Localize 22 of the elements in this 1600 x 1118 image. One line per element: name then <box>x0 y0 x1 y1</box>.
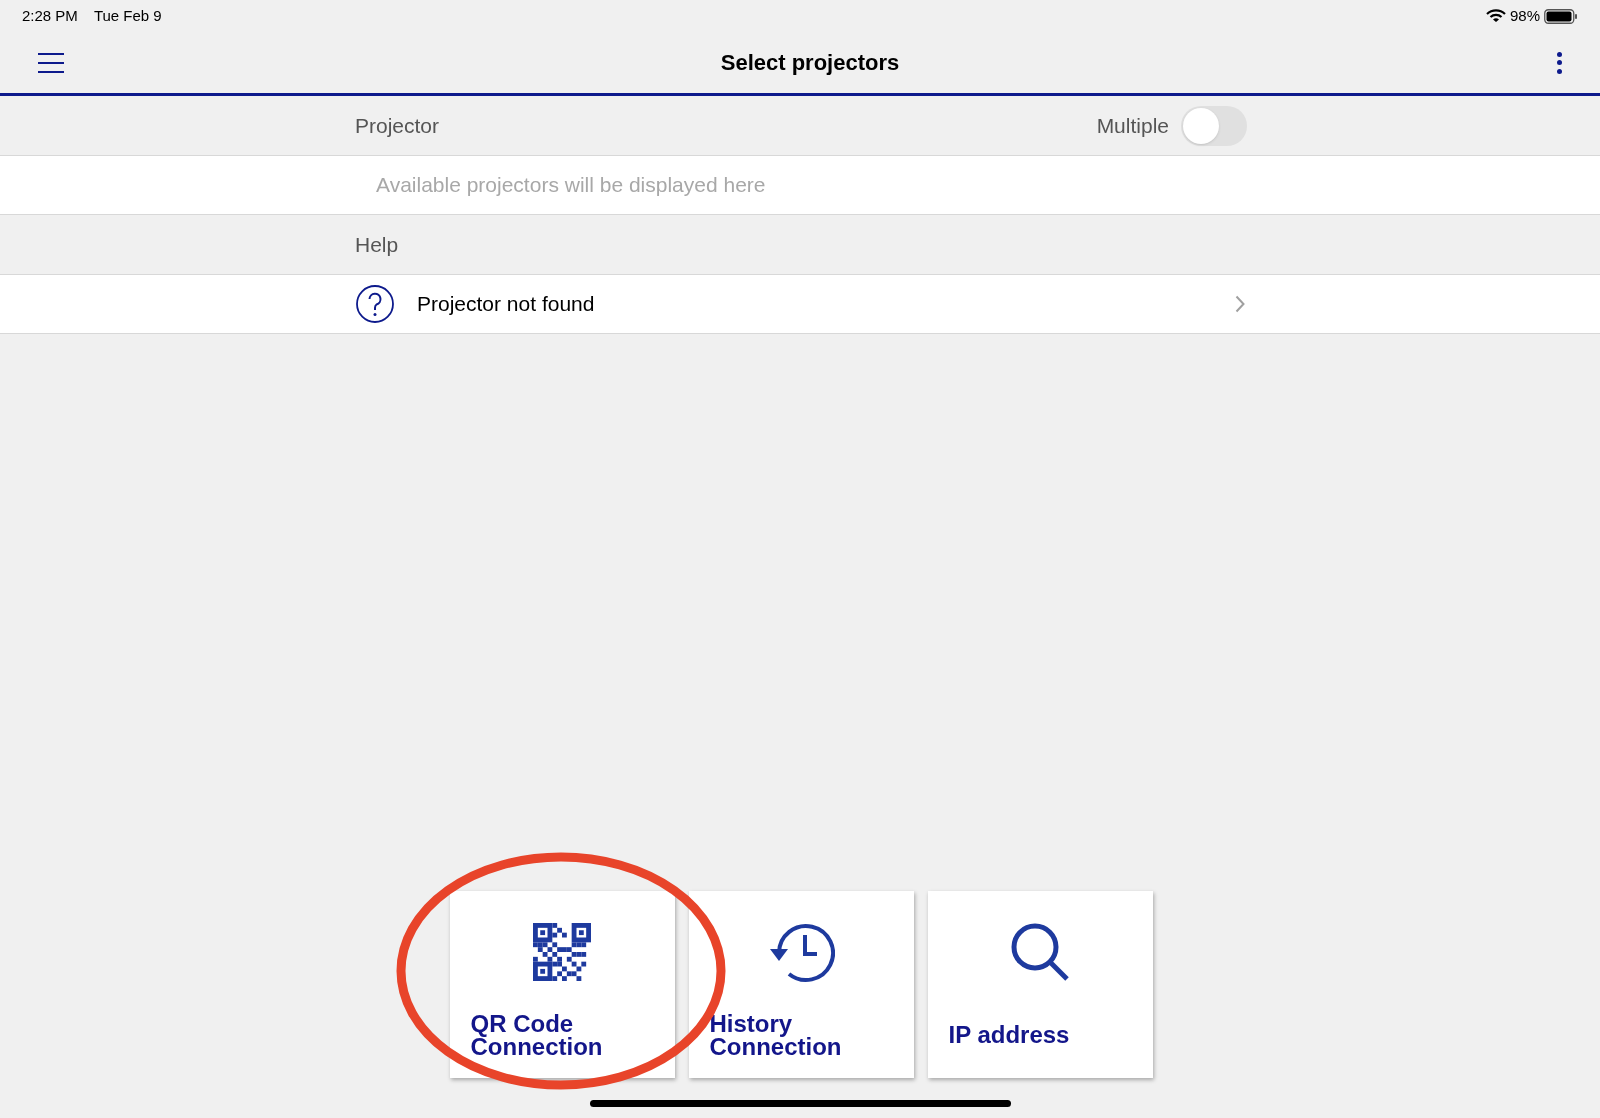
battery-percent: 98% <box>1509 5 1540 26</box>
empty-list-message: Available projectors will be displayed here <box>376 172 766 199</box>
menu-icon[interactable] <box>38 52 64 73</box>
qr-code-icon <box>533 923 591 981</box>
more-options-icon[interactable] <box>1556 51 1562 74</box>
help-list-item[interactable]: Projector not found <box>0 275 1600 334</box>
connection-card[interactable]: IP address <box>927 891 1153 1078</box>
section-header: Help <box>355 231 399 258</box>
question-mark-icon <box>355 284 395 324</box>
status-date: Tue Feb 9 <box>93 5 162 26</box>
history-clock-icon <box>767 921 835 983</box>
connection-card[interactable]: QR Code Connection <box>449 891 675 1078</box>
battery-icon <box>1544 8 1578 24</box>
section-header: Projector <box>355 112 440 139</box>
search-icon <box>1009 921 1071 983</box>
chevron-right-icon <box>1235 295 1245 313</box>
page-title: Select projectors <box>720 49 900 77</box>
connection-card[interactable]: History Connection <box>688 891 914 1078</box>
multiple-label: Multiple <box>1096 112 1169 139</box>
wifi-icon <box>1485 9 1506 23</box>
multiple-toggle[interactable] <box>1181 105 1247 146</box>
status-time: 2:28 PM <box>22 5 78 26</box>
